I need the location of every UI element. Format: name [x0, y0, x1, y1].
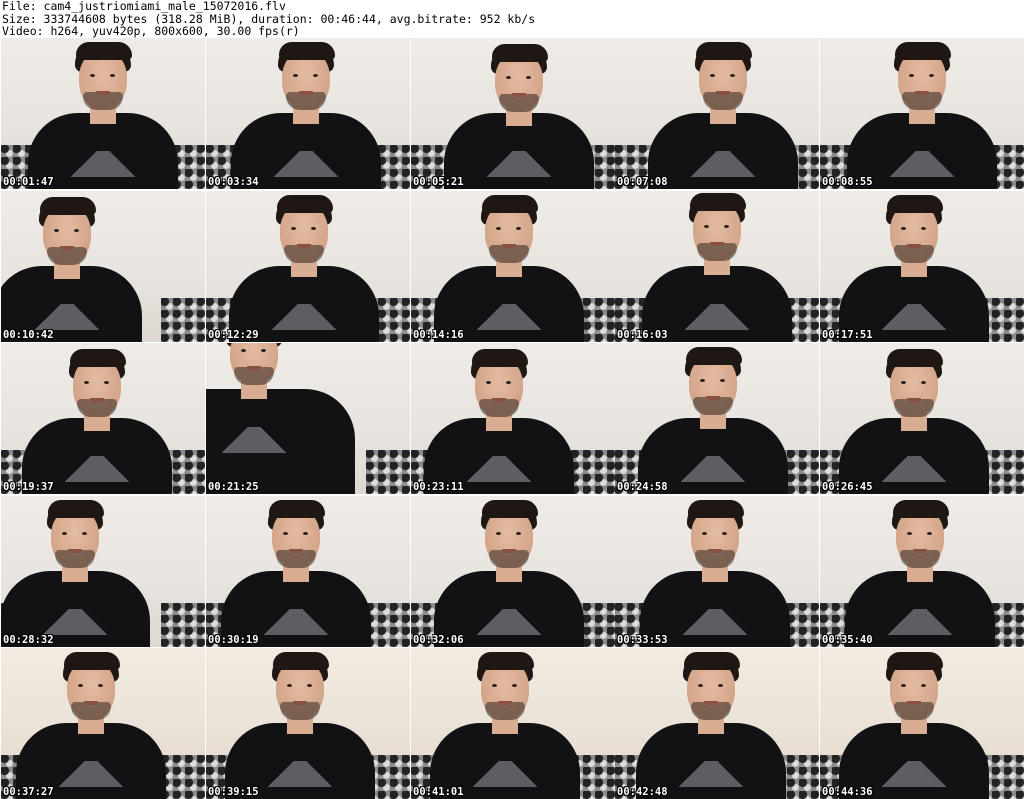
thumbnail-timestamp: 00:32:06 — [413, 634, 464, 646]
video-thumbnail: 00:05:21 — [411, 38, 615, 189]
file-info-header: File: cam4_justriomiami_male_15072016.fl… — [2, 0, 1022, 38]
thumbnail-frame — [206, 343, 410, 494]
thumbnail-timestamp: 00:42:48 — [617, 786, 668, 798]
video-thumbnail: 00:16:03 — [615, 191, 819, 342]
thumbnail-timestamp: 00:03:34 — [208, 176, 259, 188]
thumbnail-timestamp: 00:21:25 — [208, 481, 259, 493]
video-thumbnail: 00:19:37 — [1, 343, 205, 494]
thumbnail-frame — [206, 191, 410, 342]
video-thumbnail: 00:30:19 — [206, 496, 410, 647]
thumbnail-timestamp: 00:37:27 — [3, 786, 54, 798]
thumbnail-frame — [411, 648, 615, 799]
thumbnail-timestamp: 00:26:45 — [822, 481, 873, 493]
video-thumbnail: 00:12:29 — [206, 191, 410, 342]
thumbnail-frame — [820, 648, 1024, 799]
thumbnail-timestamp: 00:19:37 — [3, 481, 54, 493]
video-thumbnail: 00:24:58 — [615, 343, 819, 494]
video-thumbnail: 00:07:08 — [615, 38, 819, 189]
video-thumbnail: 00:08:55 — [820, 38, 1024, 189]
thumbnail-timestamp: 00:44:36 — [822, 786, 873, 798]
video-thumbnail: 00:33:53 — [615, 496, 819, 647]
thumbnail-timestamp: 00:16:03 — [617, 329, 668, 341]
video-thumbnail: 00:03:34 — [206, 38, 410, 189]
thumbnail-timestamp: 00:23:11 — [413, 481, 464, 493]
video-thumbnail: 00:17:51 — [820, 191, 1024, 342]
thumbnail-frame — [615, 648, 819, 799]
thumbnail-frame — [411, 191, 615, 342]
thumbnail-frame — [615, 343, 819, 494]
video-thumbnail: 00:14:16 — [411, 191, 615, 342]
thumbnail-frame — [1, 191, 205, 342]
thumbnail-frame — [1, 496, 205, 647]
thumbnail-frame — [206, 38, 410, 189]
thumbnail-timestamp: 00:24:58 — [617, 481, 668, 493]
video-thumbnail: 00:35:40 — [820, 496, 1024, 647]
video-thumbnail: 00:41:01 — [411, 648, 615, 799]
video-info-line: Video: h264, yuv420p, 800x600, 30.00 fps… — [2, 24, 300, 39]
video-thumbnail: 00:39:15 — [206, 648, 410, 799]
thumbnail-timestamp: 00:39:15 — [208, 786, 259, 798]
thumbnail-frame — [1, 648, 205, 799]
video-thumbnail: 00:01:47 — [1, 38, 205, 189]
thumbnail-timestamp: 00:08:55 — [822, 176, 873, 188]
thumbnail-timestamp: 00:35:40 — [822, 634, 873, 646]
thumbnail-grid: 00:01:47 00:03:34 00:05:21 00:07:08 00:08:55… — [0, 38, 1024, 799]
thumbnail-frame — [820, 191, 1024, 342]
thumbnail-timestamp: 00:30:19 — [208, 634, 259, 646]
thumbnail-frame — [206, 496, 410, 647]
thumbnail-timestamp: 00:14:16 — [413, 329, 464, 341]
thumbnail-timestamp: 00:05:21 — [413, 176, 464, 188]
video-thumbnail: 00:28:32 — [1, 496, 205, 647]
thumbnail-frame — [411, 38, 615, 189]
thumbnail-frame — [820, 38, 1024, 189]
thumbnail-timestamp: 00:07:08 — [617, 176, 668, 188]
file-name-line: File: cam4_justriomiami_male_15072016.fl… — [2, 0, 286, 13]
thumbnail-frame — [615, 38, 819, 189]
video-thumbnail: 00:42:48 — [615, 648, 819, 799]
thumbnail-timestamp: 00:12:29 — [208, 329, 259, 341]
thumbnail-frame — [615, 496, 819, 647]
thumbnail-timestamp: 00:33:53 — [617, 634, 668, 646]
video-thumbnail: 00:23:11 — [411, 343, 615, 494]
video-thumbnail: 00:26:45 — [820, 343, 1024, 494]
thumbnail-frame — [820, 496, 1024, 647]
thumbnail-timestamp: 00:28:32 — [3, 634, 54, 646]
video-thumbnail: 00:10:42 — [1, 191, 205, 342]
thumbnail-frame — [615, 191, 819, 342]
video-thumbnail: 00:32:06 — [411, 496, 615, 647]
video-thumbnail: 00:21:25 — [206, 343, 410, 494]
thumbnail-timestamp: 00:41:01 — [413, 786, 464, 798]
thumbnail-frame — [1, 343, 205, 494]
video-thumbnail: 00:44:36 — [820, 648, 1024, 799]
thumbnail-frame — [411, 496, 615, 647]
thumbnail-timestamp: 00:17:51 — [822, 329, 873, 341]
video-thumbnail: 00:37:27 — [1, 648, 205, 799]
thumbnail-timestamp: 00:01:47 — [3, 176, 54, 188]
thumbnail-frame — [206, 648, 410, 799]
thumbnail-frame — [411, 343, 615, 494]
thumbnail-timestamp: 00:10:42 — [3, 329, 54, 341]
thumbnail-frame — [820, 343, 1024, 494]
thumbnail-frame — [1, 38, 205, 189]
